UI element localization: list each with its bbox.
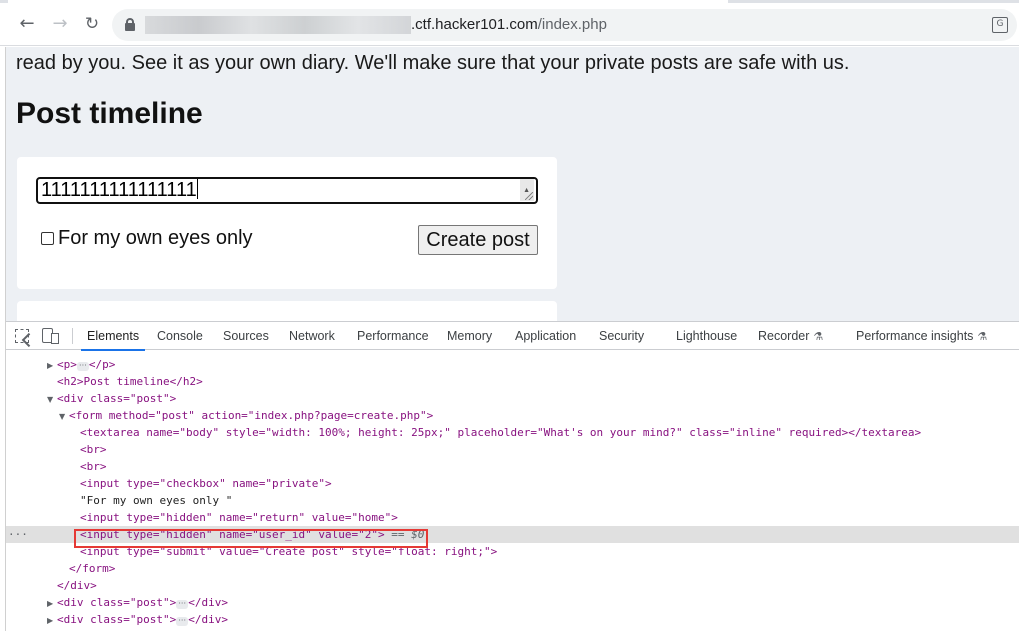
flask-icon: ⚗ bbox=[977, 331, 988, 343]
dom-node-div-close[interactable]: </div> bbox=[0, 577, 1019, 594]
tab-security[interactable]: Security bbox=[599, 322, 644, 350]
private-checkbox-label: For my own eyes only bbox=[58, 227, 253, 249]
tab-recorder[interactable]: Recorder ⚗ bbox=[758, 322, 823, 350]
tab-elements[interactable]: Elements bbox=[80, 322, 146, 351]
text-caret bbox=[196, 179, 198, 199]
ellipsis-icon[interactable]: ··· bbox=[176, 600, 189, 609]
tab-strip bbox=[0, 0, 1019, 3]
flask-icon: ⚗ bbox=[813, 331, 824, 343]
collapse-arrow-icon[interactable]: ▼ bbox=[47, 391, 57, 408]
inspect-element-icon[interactable] bbox=[15, 329, 29, 343]
more-options-icon[interactable]: ··· bbox=[8, 526, 28, 543]
collapse-arrow-icon[interactable]: ▼ bbox=[59, 408, 69, 425]
reload-icon[interactable]: ↻ bbox=[82, 14, 102, 34]
create-post-button[interactable]: Create post bbox=[418, 225, 538, 255]
tab-application[interactable]: Application bbox=[515, 322, 576, 350]
redacted-subdomain bbox=[145, 16, 411, 34]
forward-icon[interactable]: → bbox=[50, 14, 70, 34]
dom-node-input-checkbox[interactable]: <input type="checkbox" name="private"> bbox=[0, 475, 1019, 492]
devtools-panel: Elements Console Sources Network Perform… bbox=[0, 321, 1019, 631]
private-checkbox[interactable] bbox=[41, 232, 54, 245]
dom-node-p[interactable]: ▶ <p> ··· </p> bbox=[0, 356, 1019, 373]
tab-sources[interactable]: Sources bbox=[223, 322, 269, 350]
toolbar-divider bbox=[72, 328, 73, 344]
post-card bbox=[17, 301, 557, 321]
dom-node-text[interactable]: "For my own eyes only " bbox=[0, 492, 1019, 509]
dom-node-br[interactable]: <br> bbox=[0, 441, 1019, 458]
tab-console[interactable]: Console bbox=[157, 322, 203, 350]
page-viewport: read by you. See it as your own diary. W… bbox=[0, 47, 1019, 321]
expand-arrow-icon[interactable]: ▶ bbox=[47, 612, 57, 629]
window-left-edge bbox=[0, 47, 6, 631]
dom-node-input-user-id[interactable]: ··· <input type="hidden" name="user_id" v… bbox=[0, 526, 1019, 543]
tab-performance[interactable]: Performance bbox=[357, 322, 429, 350]
dom-node-form[interactable]: ▼ <form method="post" action="index.php?p… bbox=[0, 407, 1019, 424]
dom-node-input-return[interactable]: <input type="hidden" name="return" value… bbox=[0, 509, 1019, 526]
expand-arrow-icon[interactable]: ▶ bbox=[47, 595, 57, 612]
expand-arrow-icon[interactable]: ▶ bbox=[47, 357, 57, 374]
dom-node-h2[interactable]: <h2>Post timeline</h2> bbox=[0, 373, 1019, 390]
textarea-resize-handle[interactable]: ▲ bbox=[520, 179, 534, 201]
dom-node-input-submit[interactable]: <input type="submit" value="Create post"… bbox=[0, 543, 1019, 560]
device-toolbar-icon[interactable] bbox=[42, 328, 59, 344]
devtools-toolbar: Elements Console Sources Network Perform… bbox=[0, 322, 1019, 351]
post-body-textarea[interactable]: 1111111111111111 ▲ bbox=[36, 177, 538, 204]
url-text[interactable]: .ctf.hacker101.com/index.php bbox=[411, 16, 607, 34]
tab-memory[interactable]: Memory bbox=[447, 322, 492, 350]
translate-icon[interactable]: G bbox=[992, 17, 1008, 33]
back-icon[interactable]: ← bbox=[17, 14, 37, 34]
dom-node-form-close[interactable]: </form> bbox=[0, 560, 1019, 577]
post-form-card: 1111111111111111 ▲ For my own eyes only … bbox=[17, 157, 557, 289]
intro-text: read by you. See it as your own diary. W… bbox=[16, 52, 850, 74]
address-bar[interactable]: .ctf.hacker101.com/index.php G bbox=[112, 9, 1017, 41]
page-title: Post timeline bbox=[16, 97, 203, 130]
dom-node-div-post-collapsed[interactable]: ▶ <div class="post"> ··· </div> bbox=[0, 611, 1019, 628]
dom-node-div-post-collapsed[interactable]: ▶ <div class="post"> ··· </div> bbox=[0, 594, 1019, 611]
active-tab[interactable] bbox=[8, 0, 728, 3]
dom-node-textarea[interactable]: <textarea name="body" style="width: 100%… bbox=[0, 424, 1019, 441]
textarea-value: 1111111111111111 bbox=[41, 179, 197, 201]
browser-toolbar: ← → ↻ .ctf.hacker101.com/index.php G bbox=[0, 0, 1019, 46]
dom-node-div-post[interactable]: ▼ <div class="post"> bbox=[0, 390, 1019, 407]
ellipsis-icon[interactable]: ··· bbox=[176, 617, 189, 626]
tab-network[interactable]: Network bbox=[289, 322, 335, 350]
dom-node-br[interactable]: <br> bbox=[0, 458, 1019, 475]
elements-tree: ▶ <p> ··· </p> <h2>Post timeline</h2> ▼ <div… bbox=[0, 351, 1019, 631]
tab-lighthouse[interactable]: Lighthouse bbox=[676, 322, 737, 350]
ellipsis-icon[interactable]: ··· bbox=[76, 362, 89, 371]
lock-icon[interactable] bbox=[125, 18, 135, 31]
tab-performance-insights[interactable]: Performance insights ⚗ bbox=[856, 322, 987, 350]
